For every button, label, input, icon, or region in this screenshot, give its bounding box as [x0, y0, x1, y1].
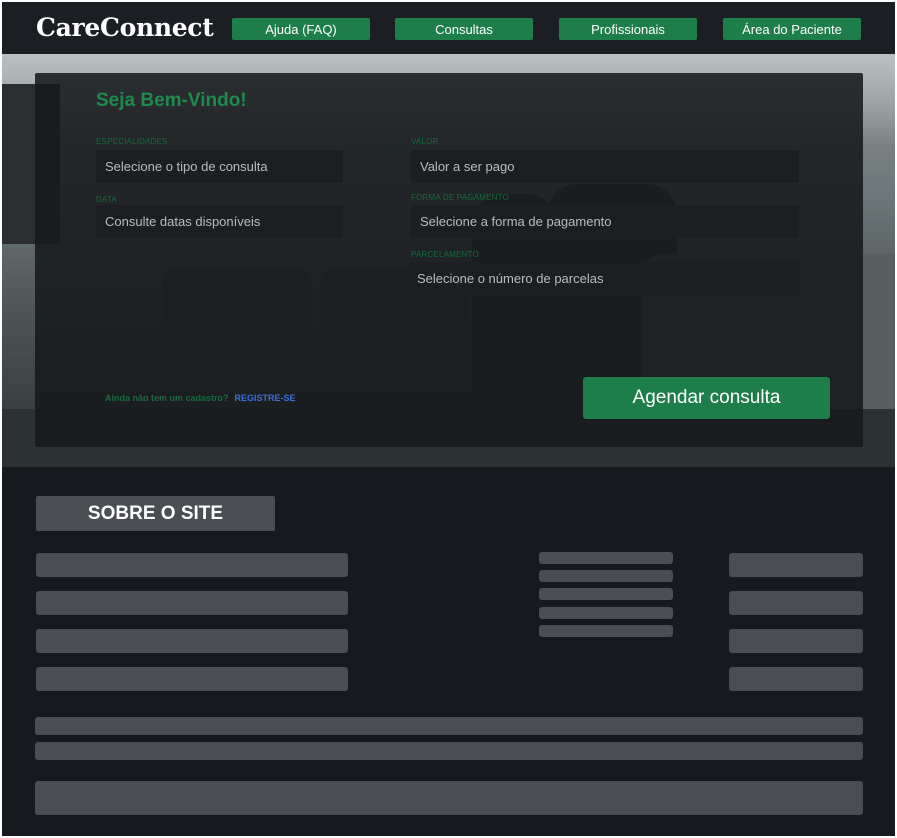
value-label: VALOR [411, 137, 439, 146]
content-placeholder-line [539, 588, 673, 600]
nav-patient-area-button[interactable]: Área do Paciente [723, 18, 861, 40]
content-placeholder-line [539, 552, 673, 564]
about-section: SOBRE O SITE [2, 467, 895, 836]
date-select[interactable]: Consulte datas disponíveis [96, 205, 343, 238]
content-placeholder-bar [36, 667, 348, 691]
content-placeholder-bar [729, 667, 863, 691]
nav-consultations-button[interactable]: Consultas [395, 18, 533, 40]
booking-form-panel: Seja Bem-Vindo! ESPECIALIDADES Selecione… [35, 73, 863, 447]
content-placeholder-line [539, 607, 673, 619]
register-link[interactable]: REGISTRE-SE [235, 393, 296, 403]
hero-section: Seja Bem-Vindo! ESPECIALIDADES Selecione… [2, 54, 895, 467]
content-placeholder-bar [729, 553, 863, 577]
signup-question: Ainda não tem um cadastro? [105, 393, 229, 403]
nav-help-faq-button[interactable]: Ajuda (FAQ) [232, 18, 370, 40]
schedule-consultation-button[interactable]: Agendar consulta [583, 377, 830, 419]
about-title: SOBRE O SITE [36, 496, 275, 531]
payment-method-label: FORMA DE PAGAMENTO [411, 193, 509, 202]
content-placeholder-line [539, 570, 673, 582]
content-placeholder-line [539, 625, 673, 637]
value-field[interactable]: Valor a ser pago [411, 150, 799, 183]
date-label: DATA [96, 195, 117, 204]
content-placeholder-bar [729, 629, 863, 653]
content-placeholder-wide [35, 717, 863, 735]
installments-select[interactable]: Selecione o número de parcelas [409, 262, 799, 295]
installments-label: PARCELAMENTO [411, 250, 479, 259]
welcome-heading: Seja Bem-Vindo! [96, 90, 247, 111]
content-placeholder-wide [35, 742, 863, 760]
footer-placeholder-block [35, 781, 863, 815]
content-placeholder-bar [36, 591, 348, 615]
content-placeholder-bar [36, 553, 348, 577]
content-placeholder-bar [729, 591, 863, 615]
app-logo[interactable]: CareConnect [36, 13, 214, 42]
nav-professionals-button[interactable]: Profissionais [559, 18, 697, 40]
content-placeholder-bar [36, 629, 348, 653]
payment-method-select[interactable]: Selecione a forma de pagamento [411, 205, 799, 238]
signup-prompt: Ainda não tem um cadastro? REGISTRE-SE [105, 393, 296, 403]
specialties-label: ESPECIALIDADES [96, 137, 168, 146]
top-nav-bar: CareConnect Ajuda (FAQ) Consultas Profis… [2, 2, 895, 54]
specialties-select[interactable]: Selecione o tipo de consulta [96, 150, 343, 183]
